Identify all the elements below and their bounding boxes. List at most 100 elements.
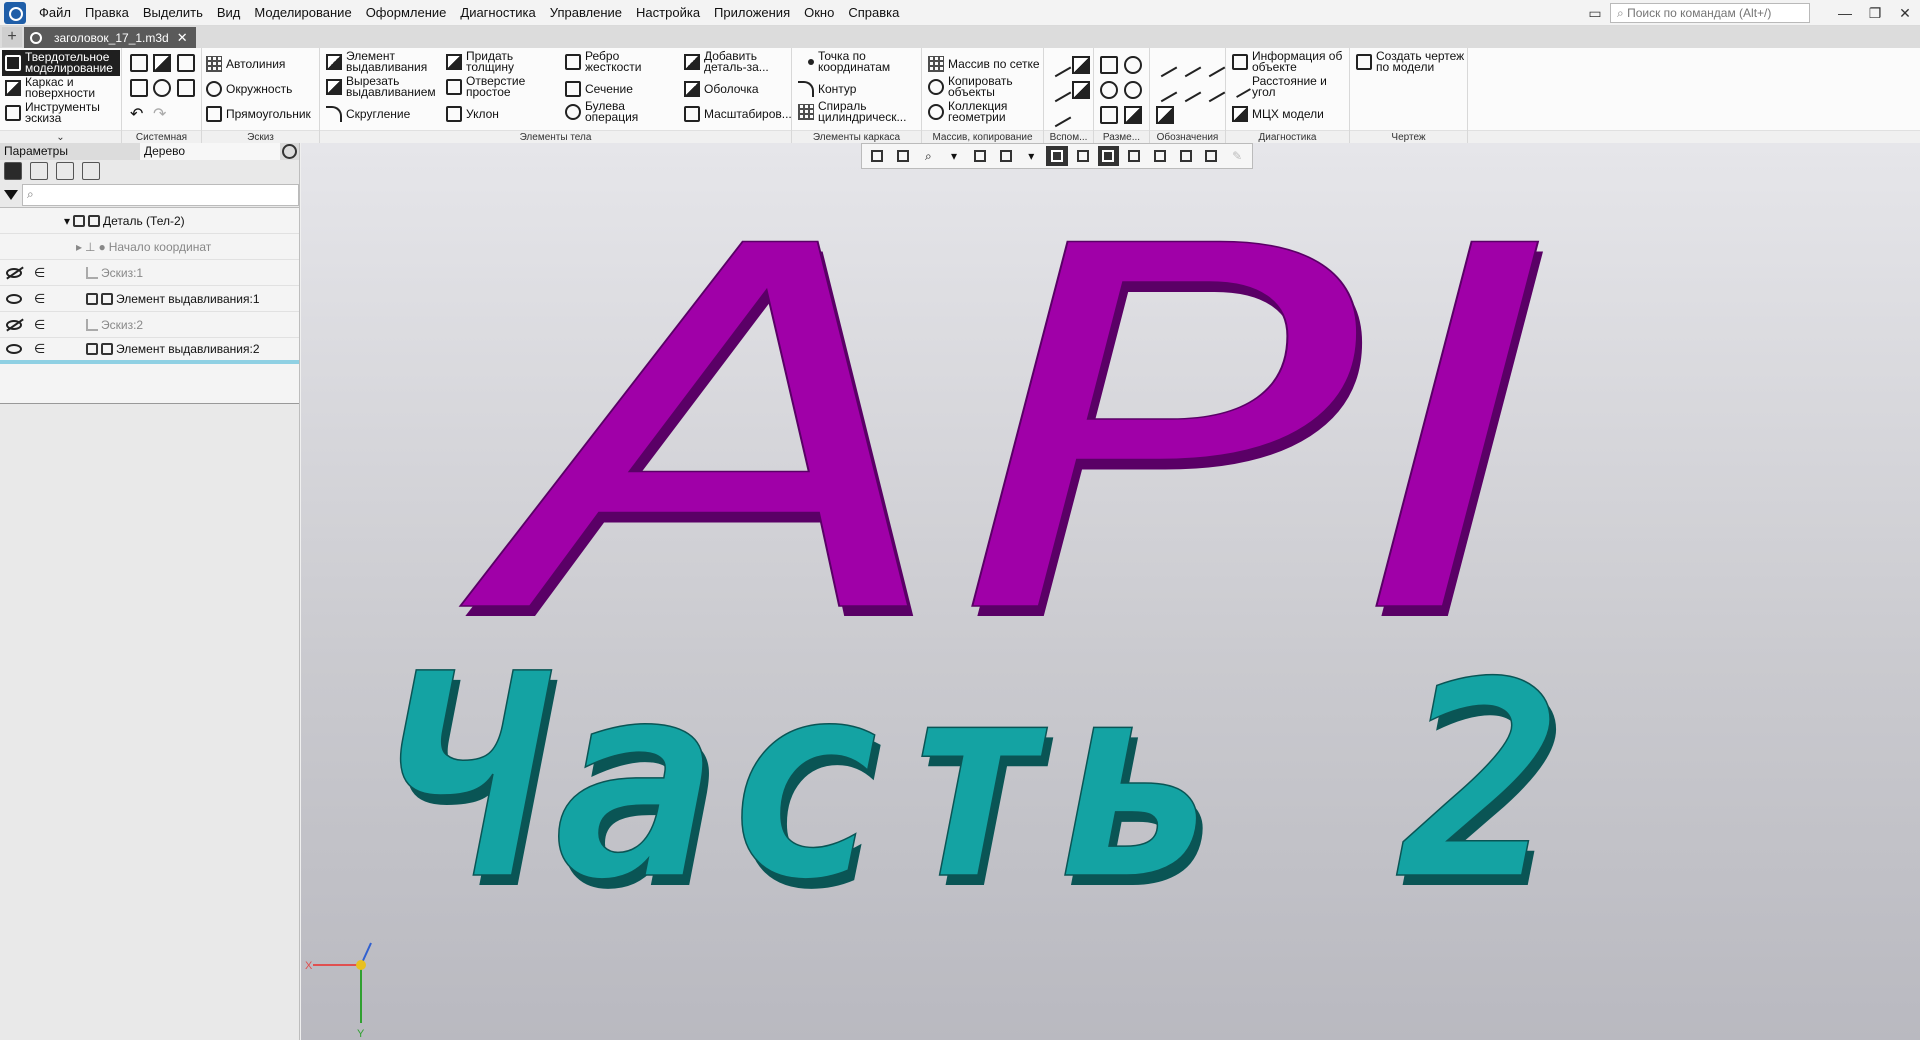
tree-row-origin[interactable]: ▸ ⊥ ● Начало координат [0,234,299,260]
linear-dim-icon[interactable] [1100,56,1118,74]
add-tab-button[interactable]: + [2,27,22,47]
boolean-button[interactable]: Булева операция [565,100,645,123]
scale-button[interactable]: Масштабиров... [684,106,792,122]
tolerance-icon[interactable] [1152,77,1178,103]
copy-objects-button[interactable]: Копировать объекты [928,75,1040,98]
shaded-view-icon[interactable] [1046,146,1068,166]
eye-icon[interactable] [6,293,22,304]
menu-diagnostics[interactable]: Диагностика [453,0,542,26]
menu-edit[interactable]: Правка [78,0,136,26]
eye-icon[interactable] [6,344,22,354]
mode-sketch-tools[interactable]: Инструменты эскиза [2,100,120,126]
base-icon[interactable] [1200,52,1226,78]
tree-row-extrude2[interactable]: ∈ Элемент выдавливания:2 [0,338,299,364]
3d-viewport[interactable]: API API Часть 2 Часть 2 X Y ⌕ ▾ ▾ ✎ [301,143,1920,1040]
collapse-chevron-icon[interactable]: ⌄ [0,130,121,143]
helix-button[interactable]: Спираль цилиндрическ... [798,100,920,123]
rotate-icon[interactable] [969,146,991,166]
aux-axis-icon[interactable] [1046,52,1072,78]
command-search-input[interactable] [1627,6,1798,20]
roughness-icon[interactable] [1152,52,1178,78]
gear-icon[interactable] [282,144,297,159]
aux-line-icon[interactable] [1046,77,1072,103]
shell-button[interactable]: Оболочка [684,81,759,97]
document-tab[interactable]: заголовок_17_1.m3d ✕ [24,27,196,48]
perspective-icon[interactable] [1097,146,1120,166]
tree-search-input[interactable]: ⌕ [22,183,299,206]
layout-icon[interactable]: ▭ [1580,0,1610,26]
close-icon[interactable]: ✕ [1890,0,1920,26]
print-icon[interactable] [130,79,148,97]
minimize-icon[interactable]: — [1830,0,1860,26]
mode-frame-surfaces[interactable]: Каркас и поверхности [2,75,120,101]
geometry-collection-button[interactable]: Коллекция геометрии [928,100,1040,123]
menu-settings[interactable]: Настройка [629,0,707,26]
circle-button[interactable]: Окружность [206,81,292,97]
save-as-icon[interactable] [177,79,195,97]
tab-close-icon[interactable]: ✕ [177,30,188,46]
restore-icon[interactable]: ❐ [1860,0,1890,26]
menu-modeling[interactable]: Моделирование [247,0,358,26]
grid-array-button[interactable]: Массив по сетке [928,56,1040,72]
hide-icon[interactable] [1149,146,1171,166]
tab-tree[interactable]: Дерево [140,143,280,160]
expand-arrow-icon[interactable]: ▸ [76,240,82,254]
axes-view-icon[interactable] [995,146,1017,166]
cut-extrude-button[interactable]: Вырезать выдавливанием [326,75,444,98]
position-icon[interactable] [1200,77,1226,103]
grid-view-icon[interactable] [866,146,888,166]
menu-file[interactable]: Файл [32,0,78,26]
new-file-icon[interactable] [130,54,148,72]
auto-dim-icon[interactable] [1100,106,1118,124]
wireframe-view-icon[interactable] [1072,146,1094,166]
menu-window[interactable]: Окно [797,0,841,26]
section-button[interactable]: Сечение [565,81,633,97]
thicken-button[interactable]: Придать толщину [446,50,536,73]
rectangle-button[interactable]: Прямоугольник [206,106,311,122]
point-by-coords-button[interactable]: Точка по координатам [808,50,920,73]
orientation-dropdown-icon[interactable]: ▾ [1020,146,1042,166]
menu-select[interactable]: Выделить [136,0,210,26]
pen-icon[interactable]: ✎ [1226,146,1248,166]
contour-button[interactable]: Контур [798,81,856,97]
filter-view-icon[interactable] [1201,146,1223,166]
tree-history-icon[interactable] [30,162,48,180]
redo-icon[interactable]: ↷ [153,104,171,123]
mode-solid-modeling[interactable]: Твердотельное моделирование [2,50,120,76]
open-file-icon[interactable] [153,54,171,72]
orient-icon[interactable] [892,146,914,166]
add-part-button[interactable]: Добавить деталь-за... [684,50,788,73]
menu-design[interactable]: Оформление [359,0,454,26]
save-icon[interactable] [177,54,195,72]
layers-icon[interactable] [1175,146,1197,166]
aux-point-icon[interactable] [1072,81,1090,99]
zoom-icon[interactable]: ⌕ [917,146,939,166]
tree-select-icon[interactable] [82,162,100,180]
aux-segment-icon[interactable] [1046,102,1072,128]
aux-plane-icon[interactable] [1072,56,1090,74]
app-logo-icon[interactable] [4,1,26,24]
tree-row-extrude1[interactable]: ∈ Элемент выдавливания:1 [0,286,299,312]
distance-angle-button[interactable]: Расстояние и угол [1229,75,1348,98]
create-drawing-button[interactable]: Создать чертеж по модели [1356,50,1466,73]
thread-icon[interactable] [1156,106,1174,124]
angle-dim-icon[interactable] [1124,81,1142,99]
hole-button[interactable]: Отверстие простое [446,75,536,98]
tree-links-icon[interactable] [56,162,74,180]
tab-parameters[interactable]: Параметры [0,143,140,160]
menu-apps[interactable]: Приложения [707,0,797,26]
menu-view[interactable]: Вид [210,0,248,26]
autoline-button[interactable]: Автолиния [206,56,285,72]
menu-control[interactable]: Управление [543,0,629,26]
tree-row-sketch1[interactable]: ∈ Эскиз:1 [0,260,299,286]
leader-icon[interactable] [1176,52,1202,78]
filter-icon[interactable] [0,184,22,206]
eye-hidden-icon[interactable] [6,319,22,330]
eye-hidden-icon[interactable] [6,267,22,278]
preview-icon[interactable] [153,79,171,97]
rib-button[interactable]: Ребро жесткости [565,50,645,73]
tree-row-part[interactable]: ▾ Деталь (Тел-2) [0,208,299,234]
undo-icon[interactable]: ↶ [130,104,148,123]
object-info-button[interactable]: Информация об объекте [1232,50,1348,73]
tree-structure-icon[interactable] [4,162,22,180]
